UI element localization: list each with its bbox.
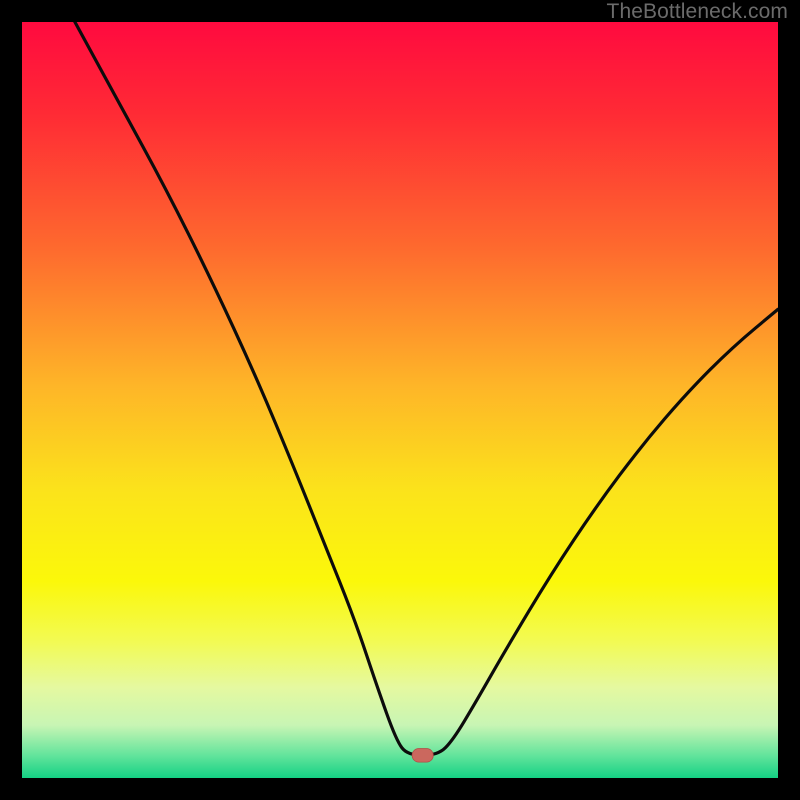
optimal-point-marker xyxy=(412,749,433,763)
watermark-text: TheBottleneck.com xyxy=(607,0,788,24)
plot-area xyxy=(22,22,778,778)
chart-frame: TheBottleneck.com xyxy=(0,0,800,800)
chart-svg xyxy=(22,22,778,778)
